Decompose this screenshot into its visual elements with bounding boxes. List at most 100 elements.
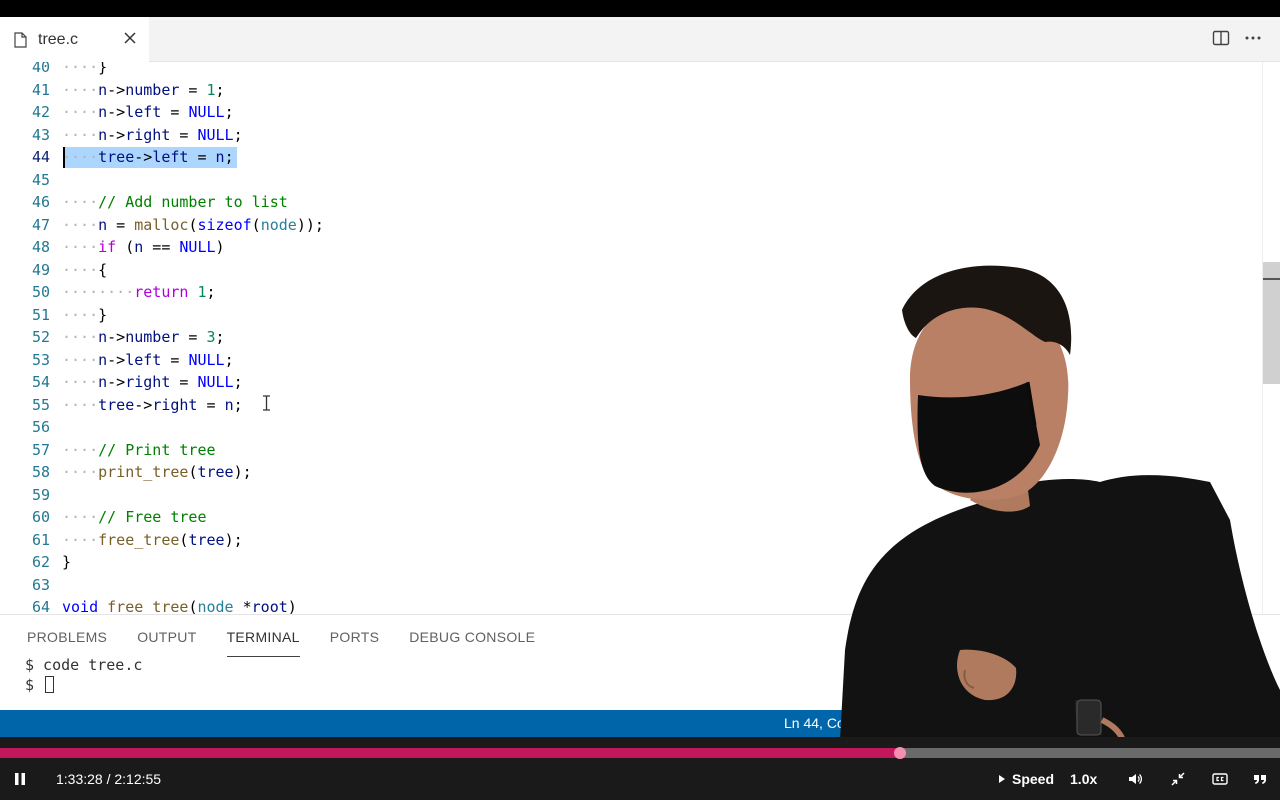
whitespace-dots: ···· bbox=[62, 530, 99, 549]
line-number: 47 bbox=[31, 215, 50, 234]
video-player-controls: 1:33:28 / 2:12:55 Speed 1.0x bbox=[0, 737, 1280, 800]
speed-label: Speed bbox=[1012, 771, 1055, 787]
code-token: ); bbox=[233, 463, 252, 481]
code-token: NULL bbox=[188, 103, 225, 121]
whitespace-dots: ···· bbox=[62, 193, 99, 211]
speed-button[interactable]: Speed 1.0x bbox=[998, 771, 1097, 787]
video-progress-bar[interactable] bbox=[0, 747, 1280, 759]
terminal-line: $ code tree.c bbox=[25, 656, 143, 674]
code-token: n bbox=[224, 395, 234, 414]
tab-tree-c[interactable]: tree.c bbox=[0, 17, 149, 62]
code-token: } bbox=[98, 62, 108, 76]
code-token: // Add number to list bbox=[98, 193, 288, 211]
code-token: n bbox=[98, 328, 108, 346]
line-number: 58 bbox=[31, 463, 50, 481]
editor-tab-bar: tree.c bbox=[0, 17, 1280, 62]
code-token: 1 bbox=[206, 80, 216, 99]
tab-ports[interactable]: PORTS bbox=[330, 629, 379, 657]
code-token: n bbox=[215, 148, 225, 166]
code-token: sizeof bbox=[197, 215, 252, 234]
whitespace-dots: ···· bbox=[62, 440, 99, 459]
code-token: NULL bbox=[197, 373, 234, 391]
speed-value: 1.0x bbox=[1070, 771, 1098, 787]
code-token: = bbox=[179, 328, 207, 346]
code-token: node bbox=[197, 598, 234, 614]
code-token: tree bbox=[98, 395, 135, 414]
code-text: ····{ bbox=[62, 259, 107, 282]
transcript-quote-icon[interactable] bbox=[1252, 771, 1268, 787]
code-line: 41 ····n->number = 1; bbox=[0, 79, 1262, 102]
code-token: n bbox=[98, 350, 108, 369]
panel-tabs: PROBLEMS OUTPUT TERMINAL PORTS DEBUG CON… bbox=[27, 629, 535, 657]
video-time: 1:33:28 / 2:12:55 bbox=[56, 771, 162, 787]
code-text: void free_tree(node *root) bbox=[62, 596, 297, 614]
code-token: = bbox=[161, 350, 189, 369]
code-token: -> bbox=[107, 80, 126, 99]
code-text: ····free_tree(tree); bbox=[62, 529, 243, 552]
more-actions-icon[interactable] bbox=[1244, 29, 1262, 47]
code-token: tree bbox=[197, 463, 234, 481]
code-token: ; bbox=[233, 125, 243, 144]
code-token: * bbox=[233, 598, 252, 614]
code-text: ····// Free tree bbox=[62, 506, 207, 529]
code-token: } bbox=[98, 305, 108, 324]
code-text: ····tree->left = n; bbox=[62, 146, 234, 169]
code-token: free_tree bbox=[98, 530, 180, 549]
code-token: ( bbox=[116, 238, 135, 256]
code-token: right bbox=[125, 373, 171, 391]
whitespace-dots: ········ bbox=[62, 283, 135, 301]
line-number: 63 bbox=[31, 575, 50, 594]
cursor-position-status[interactable]: Ln 44, Co bbox=[784, 715, 845, 731]
terminal-prompt-line[interactable]: $ bbox=[25, 676, 55, 694]
code-text: ····n->right = NULL; bbox=[62, 124, 243, 147]
tab-label: tree.c bbox=[38, 30, 79, 48]
line-number: 55 bbox=[31, 395, 50, 414]
code-token: tree bbox=[188, 530, 225, 549]
text-cursor-ibeam-icon bbox=[263, 395, 270, 411]
code-line: 40 ····} bbox=[0, 62, 1262, 79]
exit-fullscreen-icon[interactable] bbox=[1170, 771, 1186, 787]
line-number: 56 bbox=[31, 418, 50, 436]
whitespace-dots: ···· bbox=[62, 508, 99, 526]
code-token: = bbox=[188, 148, 216, 166]
code-token: n bbox=[98, 103, 108, 121]
code-token: left bbox=[152, 148, 189, 166]
pause-icon[interactable] bbox=[12, 771, 28, 787]
video-progress-handle[interactable] bbox=[894, 747, 907, 759]
code-line: 45 bbox=[0, 169, 1262, 192]
whitespace-dots: ···· bbox=[62, 305, 99, 324]
code-token: ) bbox=[287, 598, 297, 614]
code-token: = bbox=[197, 395, 225, 414]
file-icon bbox=[14, 31, 27, 48]
code-token: left bbox=[125, 350, 162, 369]
code-token: = bbox=[179, 80, 207, 99]
whitespace-dots: ···· bbox=[62, 463, 99, 481]
code-token: ( bbox=[251, 215, 261, 234]
volume-icon[interactable] bbox=[1127, 771, 1143, 787]
tab-debug-console[interactable]: DEBUG CONSOLE bbox=[409, 629, 535, 657]
line-number: 46 bbox=[31, 193, 50, 211]
code-line: 42 ····n->left = NULL; bbox=[0, 101, 1262, 124]
whitespace-dots: ···· bbox=[62, 395, 99, 414]
line-number: 40 bbox=[31, 62, 50, 76]
line-number: 42 bbox=[31, 103, 50, 121]
close-icon[interactable] bbox=[123, 31, 137, 45]
code-token: n bbox=[98, 215, 108, 234]
tab-output[interactable]: OUTPUT bbox=[137, 629, 196, 657]
whitespace-dots: ···· bbox=[62, 215, 99, 234]
code-token: = bbox=[161, 103, 189, 121]
code-line: 47 ····n = malloc(sizeof(node)); bbox=[0, 214, 1262, 237]
line-number: 51 bbox=[31, 305, 50, 324]
closed-captions-icon[interactable] bbox=[1212, 771, 1228, 787]
whitespace-dots: ···· bbox=[62, 350, 99, 369]
code-token: // Print tree bbox=[98, 440, 216, 459]
tab-problems[interactable]: PROBLEMS bbox=[27, 629, 107, 657]
code-token: ; bbox=[224, 148, 234, 166]
code-token: n bbox=[98, 80, 108, 99]
line-number: 48 bbox=[31, 238, 50, 256]
split-editor-icon[interactable] bbox=[1212, 29, 1230, 47]
tab-terminal[interactable]: TERMINAL bbox=[226, 629, 300, 657]
line-number: 61 bbox=[31, 530, 50, 549]
code-token: right bbox=[152, 395, 198, 414]
code-token: NULL bbox=[197, 125, 234, 144]
